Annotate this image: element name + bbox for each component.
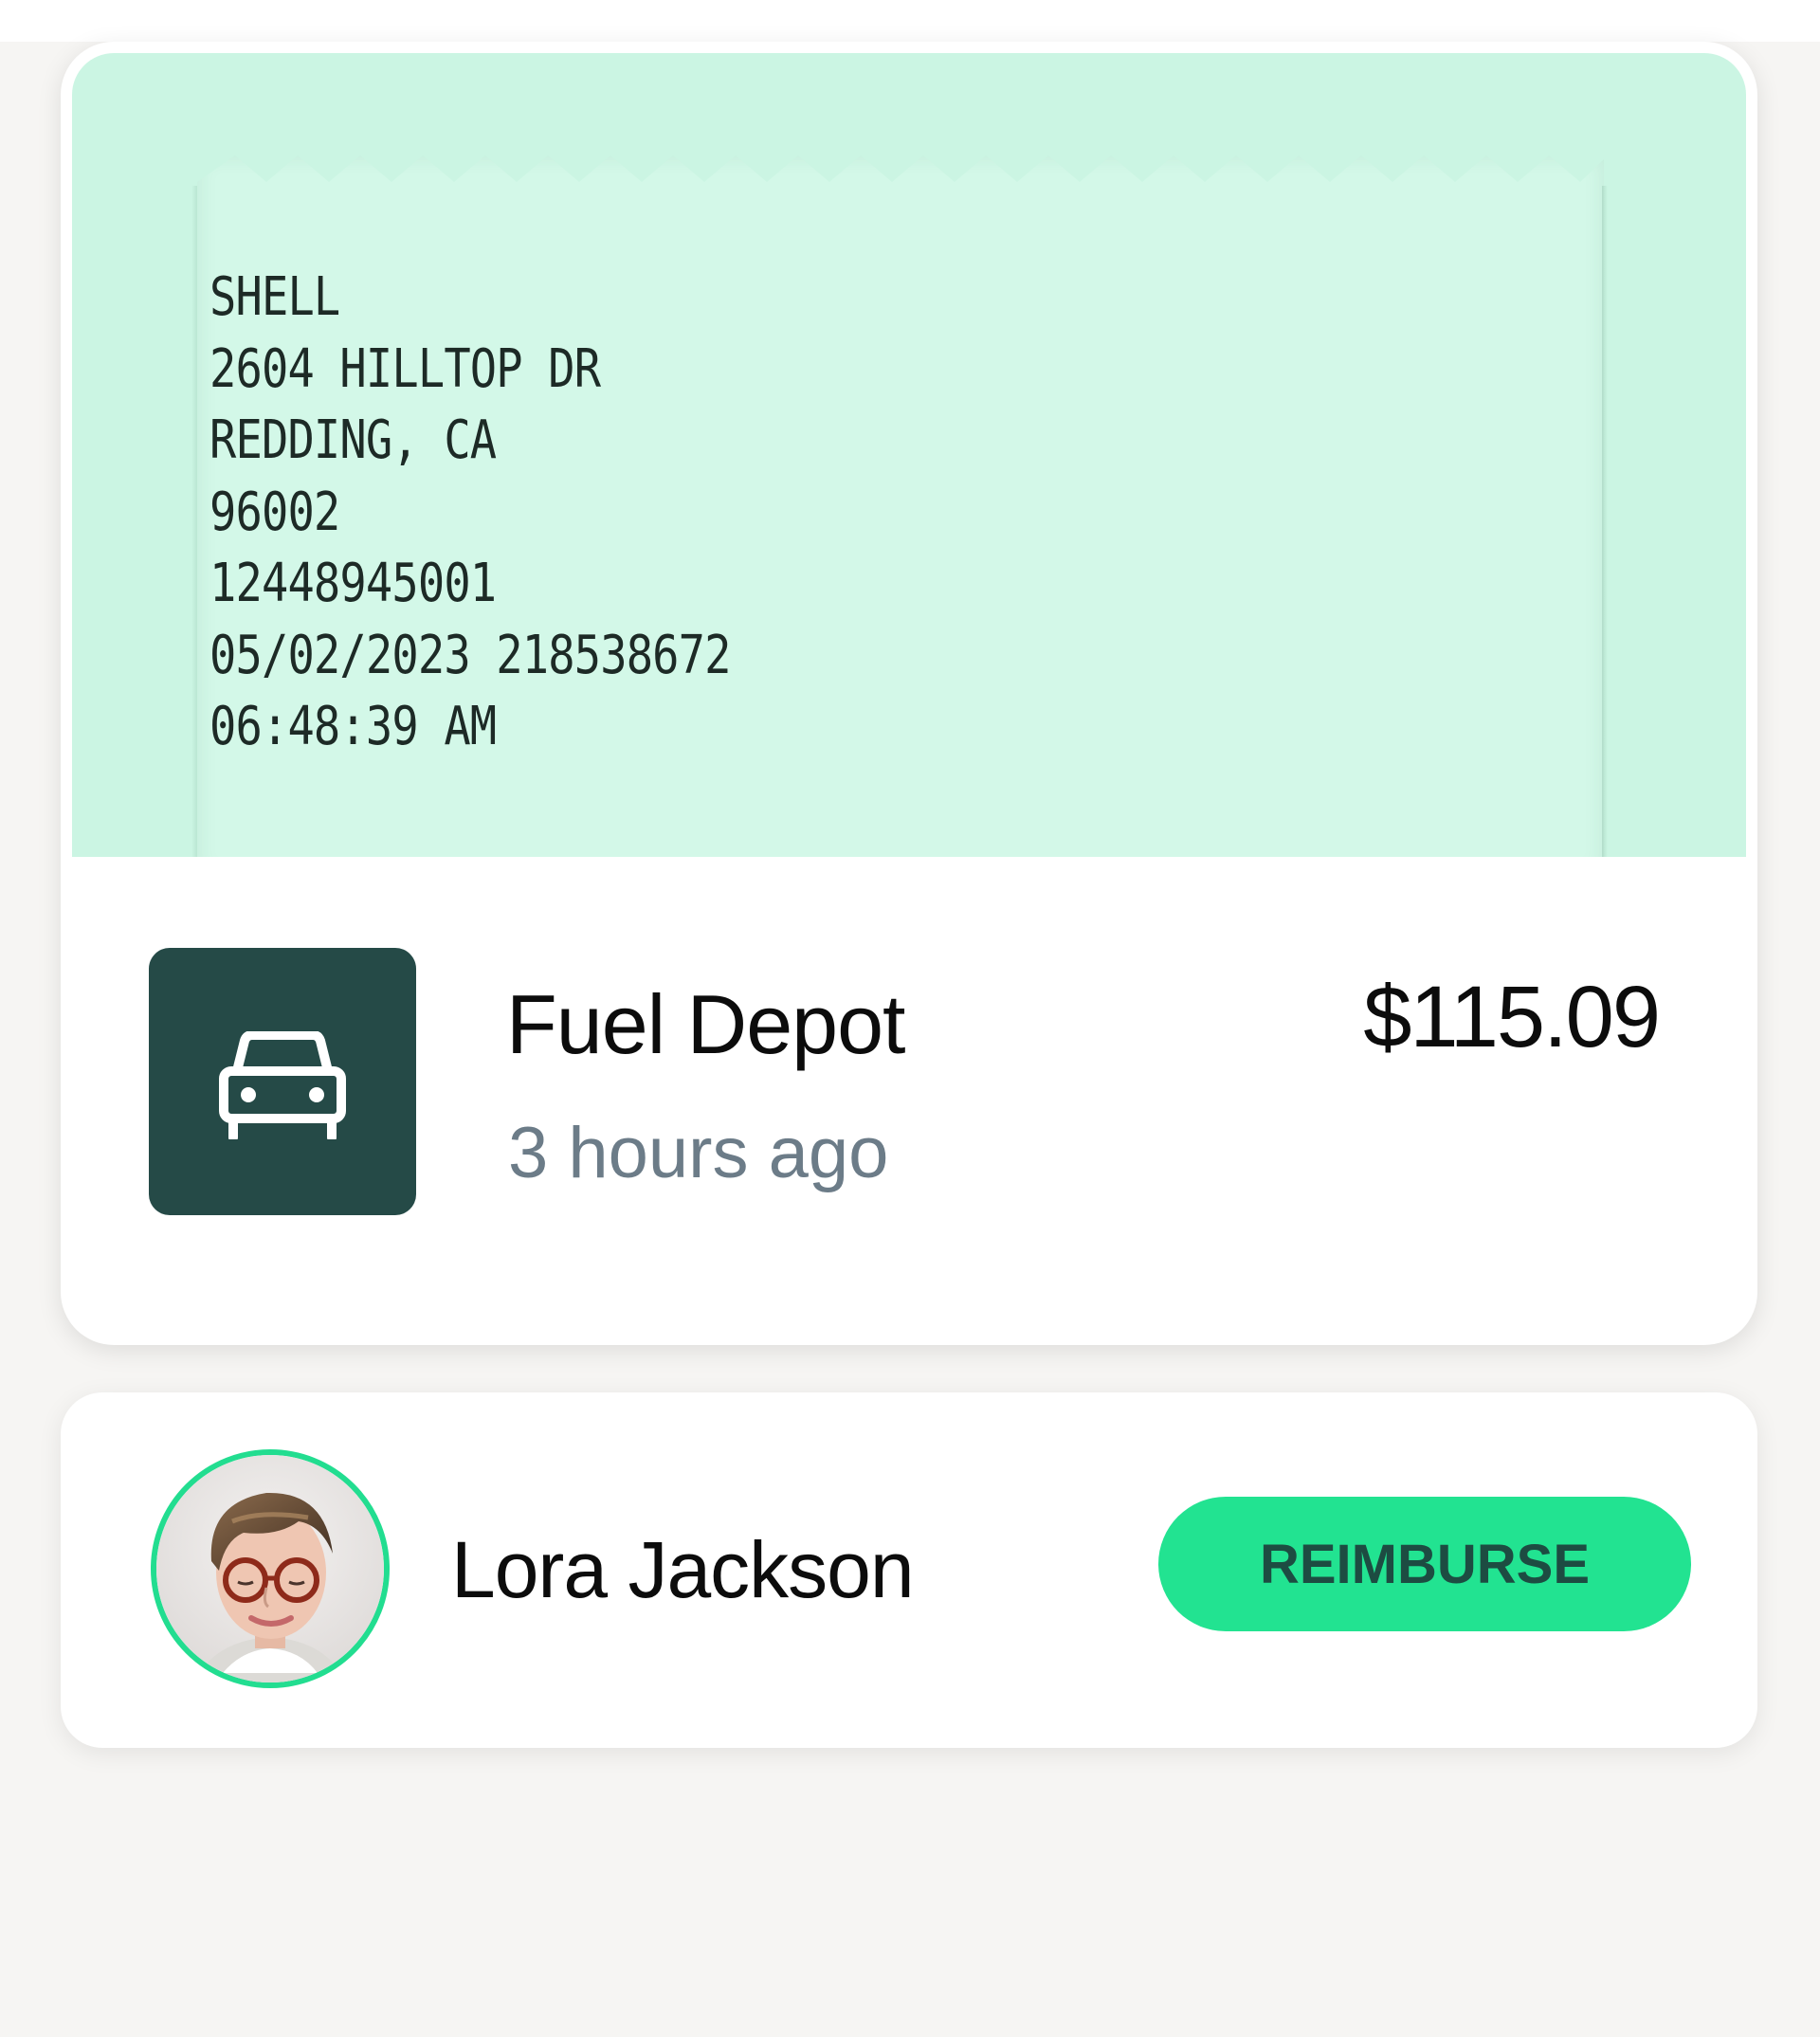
receipt-text: SHELL 2604 HILLTOP DR REDDING, CA 96002 … [209, 262, 829, 763]
reimburse-button[interactable]: REIMBURSE [1158, 1497, 1691, 1631]
avatar[interactable] [151, 1449, 390, 1688]
receipt-edge-shadow [1602, 186, 1608, 857]
receipt-line-street: 2604 HILLTOP DR [209, 337, 601, 400]
employee-name: Lora Jackson [451, 1525, 915, 1614]
avatar-photo [156, 1455, 384, 1682]
receipt-line-id: 12448945001 [209, 553, 497, 614]
receipt-line-city: REDDING, CA [209, 409, 497, 471]
receipt-line-time: 06:48:39 AM [209, 696, 497, 757]
employee-card: Lora Jackson REIMBURSE [61, 1392, 1757, 1748]
receipt-image[interactable]: SHELL 2604 HILLTOP DR REDDING, CA 96002 … [72, 53, 1746, 857]
expense-amount: $115.09 [1363, 969, 1661, 1065]
expense-summary: Fuel Depot 3 hours ago $115.09 [61, 857, 1757, 1345]
expense-timestamp: 3 hours ago [508, 1113, 889, 1193]
receipt-line-date: 05/02/2023 218538672 [209, 624, 731, 686]
receipt-line-zip: 96002 [209, 481, 340, 543]
expense-card[interactable]: SHELL 2604 HILLTOP DR REDDING, CA 96002 … [61, 42, 1757, 1345]
category-tile [149, 948, 416, 1215]
receipt-edge-shadow-left [191, 186, 197, 857]
receipt-line-store: SHELL [209, 266, 340, 328]
merchant-name: Fuel Depot [506, 977, 905, 1071]
top-strip [0, 0, 1820, 42]
